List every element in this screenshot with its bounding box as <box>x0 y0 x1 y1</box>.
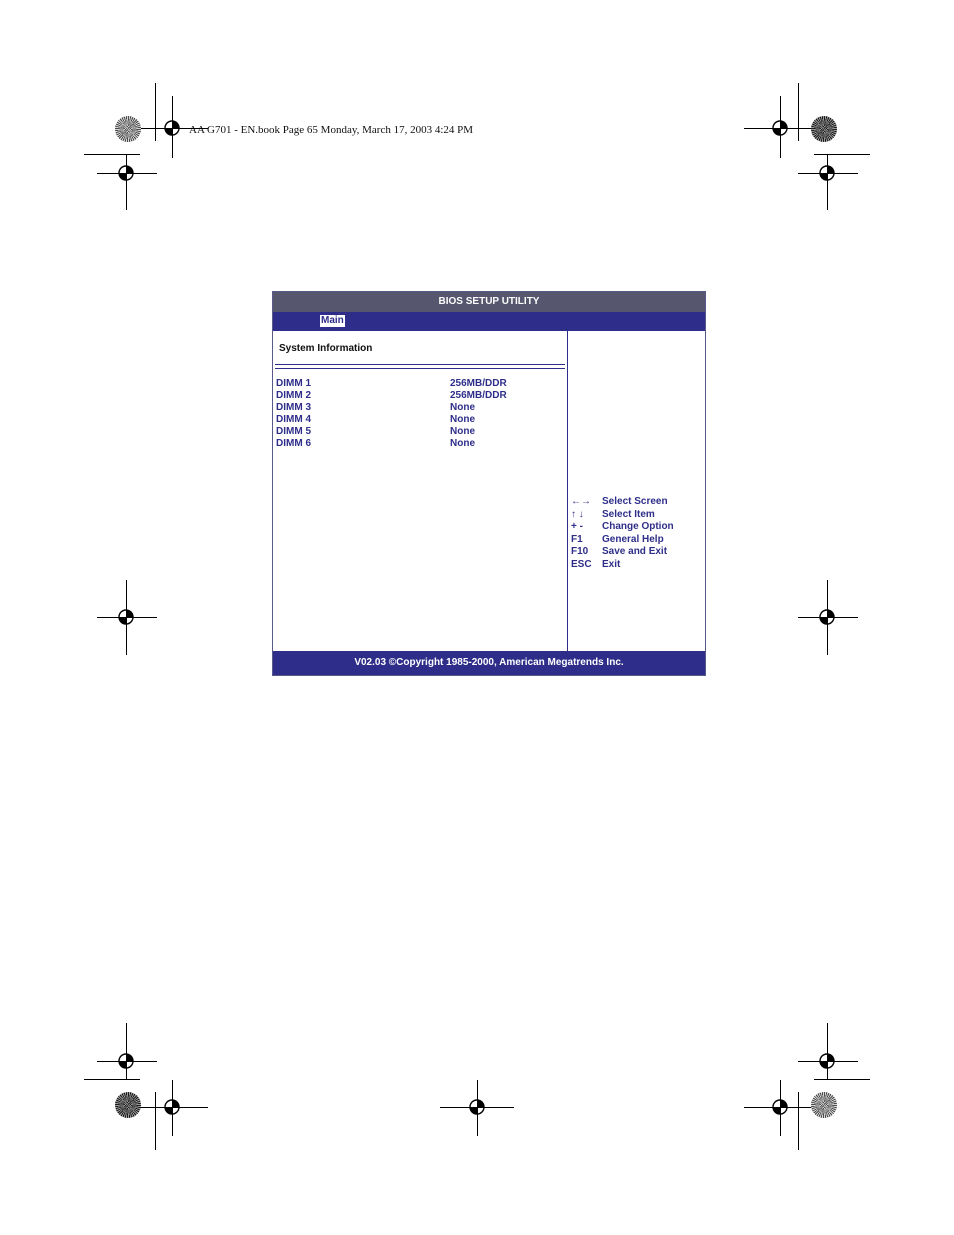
help-description: Select Screen <box>602 496 668 507</box>
help-row: ESC Exit <box>571 559 703 571</box>
color-target-icon <box>115 1092 141 1118</box>
panel-divider <box>567 331 568 651</box>
crop-line <box>84 1079 140 1080</box>
dimm-label: DIMM 3 <box>276 402 311 413</box>
help-description: Select Item <box>602 508 655 520</box>
color-target-icon <box>115 116 141 142</box>
color-target-icon <box>811 1092 837 1118</box>
dimm-row: DIMM 6 None <box>276 438 566 450</box>
dimm-value: None <box>450 426 475 437</box>
registration-mark-icon <box>116 607 136 627</box>
dimm-label: DIMM 5 <box>276 426 311 437</box>
help-row: + - Change Option <box>571 521 703 533</box>
registration-mark-icon <box>162 1097 182 1117</box>
help-row: ↑ ↓ Select Item <box>571 509 703 521</box>
help-key: + - <box>571 521 583 532</box>
dimm-row: DIMM 2 256MB/DDR <box>276 390 566 402</box>
help-description: Change Option <box>602 521 674 532</box>
crop-line <box>84 154 140 155</box>
registration-mark-icon <box>467 1097 487 1117</box>
dimm-list: DIMM 1 256MB/DDR DIMM 2 256MB/DDR DIMM 3… <box>276 378 566 450</box>
crop-line <box>814 1079 870 1080</box>
crop-line <box>155 83 156 141</box>
tab-main[interactable]: Main <box>320 315 345 327</box>
registration-mark-icon <box>817 1051 837 1071</box>
help-row: F10 Save and Exit <box>571 546 703 558</box>
dimm-row: DIMM 3 None <box>276 402 566 414</box>
crop-line <box>155 1092 156 1150</box>
help-row: ←→ Select Screen <box>571 496 703 508</box>
registration-mark-icon <box>116 1051 136 1071</box>
crop-line <box>798 1092 799 1150</box>
page-header: AA G701 - EN.book Page 65 Monday, March … <box>189 124 474 136</box>
key-help-list: ←→ Select Screen ↑ ↓ Select Item + - Cha… <box>571 496 703 571</box>
bios-window: BIOS SETUP UTILITY Main System Informati… <box>272 291 706 676</box>
dimm-row: DIMM 5 None <box>276 426 566 438</box>
section-divider <box>275 364 565 369</box>
dimm-value: None <box>450 414 475 425</box>
help-description: Exit <box>602 558 621 570</box>
help-key: ←→ <box>571 496 591 507</box>
dimm-label: DIMM 6 <box>276 438 311 449</box>
help-key: ↑ ↓ <box>571 508 584 520</box>
color-target-icon <box>811 116 837 142</box>
bios-menu-bar: Main <box>273 312 705 331</box>
registration-mark-icon <box>770 118 790 138</box>
crop-line <box>798 83 799 141</box>
help-description: Save and Exit <box>602 546 668 557</box>
dimm-row: DIMM 1 256MB/DDR <box>276 378 566 390</box>
registration-mark-icon <box>116 163 136 183</box>
dimm-label: DIMM 4 <box>276 414 311 425</box>
bios-footer: V02.03 ©Copyright 1985-2000, American Me… <box>273 651 705 675</box>
registration-mark-icon <box>162 118 182 138</box>
dimm-label: DIMM 1 <box>276 378 311 389</box>
help-key: ESC <box>571 558 592 570</box>
registration-mark-icon <box>817 163 837 183</box>
registration-mark-icon <box>817 607 837 627</box>
dimm-label: DIMM 2 <box>276 390 311 401</box>
crop-line <box>814 154 870 155</box>
help-description: General Help <box>602 533 664 545</box>
dimm-value: None <box>450 438 475 449</box>
dimm-value: 256MB/DDR <box>450 378 507 389</box>
registration-mark-icon <box>770 1097 790 1117</box>
help-row: F1 General Help <box>571 534 703 546</box>
dimm-value: 256MB/DDR <box>450 390 507 401</box>
help-key: F10 <box>571 546 589 557</box>
section-title: System Information <box>279 343 373 354</box>
help-key: F1 <box>571 533 583 545</box>
bios-title-bar: BIOS SETUP UTILITY <box>273 292 705 312</box>
dimm-row: DIMM 4 None <box>276 414 566 426</box>
dimm-value: None <box>450 402 475 413</box>
